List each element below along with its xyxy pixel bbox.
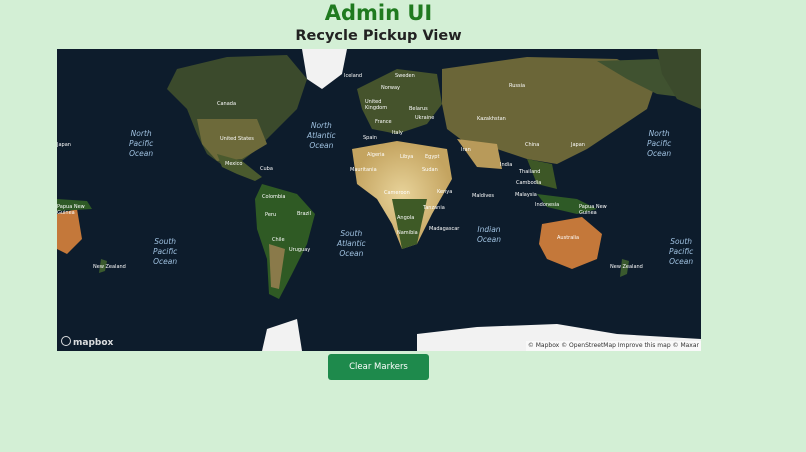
label-united-states: United States [220,136,254,142]
label-madagascar: Madagascar [429,226,460,232]
page-subtitle: Recycle Pickup View [295,28,462,44]
label-sudan: Sudan [422,167,438,173]
label-mexico: Mexico [225,161,243,167]
clear-markers-button[interactable]: Clear Markers [328,354,429,380]
label-canada: Canada [217,101,237,107]
label-uruguay: Uruguay [289,247,311,253]
label-india: India [500,162,513,168]
world-map[interactable]: North Pacific Ocean North Pacific Ocean … [57,49,701,351]
label-belarus: Belarus [409,106,428,112]
label-russia: Russia [509,83,526,89]
label-maldives: Maldives [472,193,494,199]
label-new-zealand-left: New Zealand [93,264,126,270]
map-attribution[interactable]: © Mapbox © OpenStreetMap Improve this ma… [525,341,701,351]
label-thailand: Thailand [519,169,541,175]
label-mauritania: Mauritania [350,167,377,173]
label-cambodia: Cambodia [516,180,542,186]
label-united-kingdom: United Kingdom [365,99,388,111]
label-angola: Angola [397,215,415,221]
label-iceland: Iceland [344,73,363,79]
label-kenya: Kenya [437,189,453,195]
label-colombia: Colombia [262,194,286,200]
label-japan-left: Japan [57,142,71,148]
label-indonesia: Indonesia [535,202,560,208]
label-png-right: Papua New Guinea [579,204,607,216]
label-iran: Iran [461,147,471,153]
label-malaysia: Malaysia [515,192,537,198]
label-kazakhstan: Kazakhstan [477,116,506,122]
label-japan: Japan [571,142,585,148]
label-italy: Italy [392,130,403,136]
label-egypt: Egypt [425,154,440,160]
page-title: Admin UI [324,1,433,25]
label-peru: Peru [265,212,277,218]
label-spain: Spain [363,135,377,141]
label-australia: Australia [557,235,580,241]
label-new-zealand-right: New Zealand [610,264,643,270]
label-sweden: Sweden [395,73,415,79]
label-libya: Libya [400,154,414,160]
label-france: France [375,119,392,125]
label-china: China [525,142,540,148]
label-brazil: Brazil [297,211,311,217]
label-png-left: Papua New Guinea [57,204,85,216]
label-namibia: Namibia [397,230,418,236]
mapbox-logo[interactable]: mapbox [61,336,113,348]
label-ukraine: Ukraine [415,115,435,121]
mapbox-logo-icon [61,336,71,346]
label-norway: Norway [381,85,400,91]
label-cuba: Cuba [260,166,273,172]
label-algeria: Algeria [367,152,385,158]
label-tanzania: Tanzania [423,205,445,211]
label-chile: Chile [272,237,285,243]
country-labels: Canada United States Mexico Cuba Colombi… [57,49,701,351]
label-cameroon: Cameroon [384,190,410,196]
